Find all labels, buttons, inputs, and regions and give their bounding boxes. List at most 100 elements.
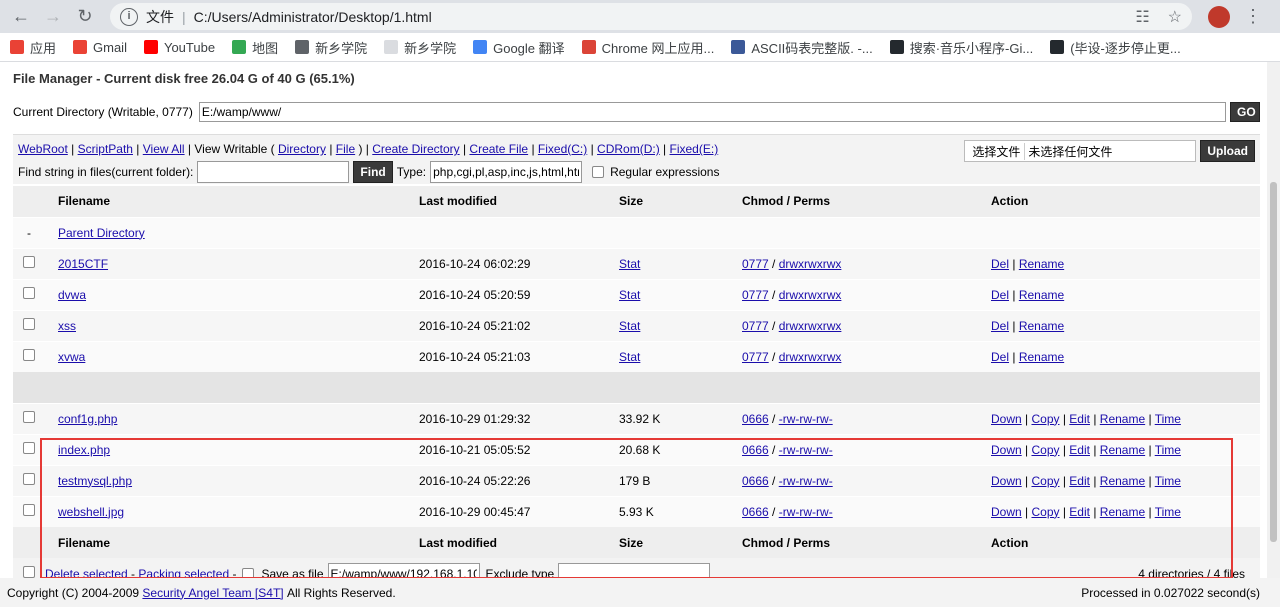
chmod-link[interactable]: 0777 bbox=[742, 288, 769, 302]
action-rename-link[interactable]: Rename bbox=[1100, 412, 1145, 426]
action-edit-link[interactable]: Edit bbox=[1069, 443, 1090, 457]
action-rename-link[interactable]: Rename bbox=[1019, 319, 1064, 333]
action-edit-link[interactable]: Edit bbox=[1069, 474, 1090, 488]
action-rename-link[interactable]: Rename bbox=[1019, 350, 1064, 364]
stat-link[interactable]: Stat bbox=[619, 319, 640, 333]
address-bar[interactable]: i 文件 | C:/Users/Administrator/Desktop/1.… bbox=[110, 3, 1192, 30]
row-checkbox[interactable] bbox=[23, 256, 35, 268]
perms-link[interactable]: drwxrwxrwx bbox=[779, 257, 842, 271]
action-del-link[interactable]: Del bbox=[991, 350, 1009, 364]
directory-name-link[interactable]: dvwa bbox=[58, 288, 86, 302]
scrollbar[interactable] bbox=[1267, 62, 1280, 607]
bookmark-item[interactable]: 新乡学院 bbox=[295, 38, 367, 57]
create-directory-link[interactable]: Create Directory bbox=[372, 142, 459, 156]
menu-icon[interactable]: ⋮ bbox=[1240, 4, 1266, 30]
reload-icon[interactable]: ↻ bbox=[72, 4, 98, 30]
action-time-link[interactable]: Time bbox=[1155, 505, 1181, 519]
drive-e-link[interactable]: Fixed(E:) bbox=[670, 142, 719, 156]
chmod-link[interactable]: 0777 bbox=[742, 257, 769, 271]
bookmark-item[interactable]: 地图 bbox=[232, 38, 278, 57]
upload-button[interactable]: Upload bbox=[1200, 140, 1255, 162]
row-checkbox[interactable] bbox=[23, 411, 35, 423]
bookmark-item[interactable]: Chrome 网上应用... bbox=[581, 38, 714, 57]
row-checkbox[interactable] bbox=[23, 442, 35, 454]
perms-link[interactable]: drwxrwxrwx bbox=[779, 350, 842, 364]
row-checkbox[interactable] bbox=[23, 473, 35, 485]
row-checkbox[interactable] bbox=[23, 349, 35, 362]
bookmark-item[interactable]: Gmail bbox=[73, 40, 127, 55]
team-link[interactable]: Security Angel Team [S4T] bbox=[142, 586, 283, 600]
forward-icon[interactable]: → bbox=[40, 4, 66, 30]
bookmark-item[interactable]: 搜索·音乐小程序-Gi... bbox=[889, 38, 1033, 57]
chmod-link[interactable]: 0777 bbox=[742, 350, 769, 364]
chmod-link[interactable]: 0777 bbox=[742, 319, 769, 333]
action-rename-link[interactable]: Rename bbox=[1100, 474, 1145, 488]
file-name-link[interactable]: webshell.jpg bbox=[58, 505, 124, 519]
choose-file-button[interactable]: 选择文件 bbox=[968, 142, 1026, 160]
stat-link[interactable]: Stat bbox=[619, 350, 640, 364]
action-rename-link[interactable]: Rename bbox=[1100, 443, 1145, 457]
type-input[interactable] bbox=[430, 161, 583, 183]
perms-link[interactable]: drwxrwxrwx bbox=[779, 319, 842, 333]
view-writable-file-link[interactable]: File bbox=[336, 142, 355, 156]
action-del-link[interactable]: Del bbox=[991, 288, 1009, 302]
action-rename-link[interactable]: Rename bbox=[1019, 257, 1064, 271]
perms-link[interactable]: -rw-rw-rw- bbox=[779, 505, 833, 519]
go-button[interactable]: GO bbox=[1230, 102, 1260, 122]
action-down-link[interactable]: Down bbox=[991, 412, 1022, 426]
directory-name-link[interactable]: xvwa bbox=[58, 350, 85, 364]
chmod-link[interactable]: 0666 bbox=[742, 443, 769, 457]
action-time-link[interactable]: Time bbox=[1155, 474, 1181, 488]
webroot-link[interactable]: WebRoot bbox=[18, 142, 68, 156]
create-file-link[interactable]: Create File bbox=[469, 142, 528, 156]
back-icon[interactable]: ← bbox=[8, 4, 34, 30]
row-checkbox[interactable] bbox=[23, 318, 35, 330]
file-name-link[interactable]: conf1g.php bbox=[58, 412, 117, 426]
find-input[interactable] bbox=[197, 161, 350, 183]
view-writable-directory-link[interactable]: Directory bbox=[278, 142, 326, 156]
action-down-link[interactable]: Down bbox=[991, 474, 1022, 488]
action-copy-link[interactable]: Copy bbox=[1031, 412, 1059, 426]
perms-link[interactable]: drwxrwxrwx bbox=[779, 288, 842, 302]
row-checkbox[interactable] bbox=[23, 287, 35, 299]
bookmark-item[interactable]: YouTube bbox=[143, 40, 215, 55]
regex-checkbox[interactable] bbox=[592, 166, 605, 178]
action-copy-link[interactable]: Copy bbox=[1031, 505, 1059, 519]
action-rename-link[interactable]: Rename bbox=[1100, 505, 1145, 519]
drive-d-link[interactable]: CDRom(D:) bbox=[597, 142, 660, 156]
current-directory-input[interactable] bbox=[198, 102, 1226, 122]
perms-link[interactable]: -rw-rw-rw- bbox=[779, 474, 833, 488]
stat-link[interactable]: Stat bbox=[619, 288, 640, 302]
bookmark-item[interactable]: (毕设-逐步停止更... bbox=[1050, 38, 1181, 57]
bookmark-item[interactable]: 新乡学院 bbox=[384, 38, 456, 57]
file-chooser[interactable]: 选择文件 未选择任何文件 bbox=[964, 140, 1197, 162]
file-name-link[interactable]: index.php bbox=[58, 443, 110, 457]
file-name-link[interactable]: testmysql.php bbox=[58, 474, 132, 488]
action-edit-link[interactable]: Edit bbox=[1069, 412, 1090, 426]
drive-c-link[interactable]: Fixed(C:) bbox=[538, 142, 587, 156]
action-time-link[interactable]: Time bbox=[1155, 443, 1181, 457]
row-checkbox[interactable] bbox=[23, 566, 35, 578]
chmod-link[interactable]: 0666 bbox=[742, 505, 769, 519]
action-time-link[interactable]: Time bbox=[1155, 412, 1181, 426]
scrollbar-thumb[interactable] bbox=[1270, 182, 1277, 542]
star-icon[interactable]: ☆ bbox=[1168, 7, 1182, 27]
action-del-link[interactable]: Del bbox=[991, 319, 1009, 333]
action-edit-link[interactable]: Edit bbox=[1069, 505, 1090, 519]
bookmark-item[interactable]: ASCII码表完整版. -... bbox=[731, 38, 873, 57]
action-down-link[interactable]: Down bbox=[991, 505, 1022, 519]
row-checkbox[interactable] bbox=[23, 504, 35, 517]
directory-name-link[interactable]: 2015CTF bbox=[58, 257, 108, 271]
stat-link[interactable]: Stat bbox=[619, 257, 640, 271]
directory-name-link[interactable]: xss bbox=[58, 319, 76, 333]
info-icon[interactable]: i bbox=[120, 7, 138, 26]
perms-link[interactable]: -rw-rw-rw- bbox=[779, 443, 833, 457]
action-down-link[interactable]: Down bbox=[991, 443, 1022, 457]
chmod-link[interactable]: 0666 bbox=[742, 412, 769, 426]
avatar[interactable] bbox=[1208, 5, 1230, 28]
bookmark-item[interactable]: 应用 bbox=[10, 38, 56, 57]
scriptpath-link[interactable]: ScriptPath bbox=[78, 142, 133, 156]
view-all-link[interactable]: View All bbox=[143, 142, 185, 156]
action-copy-link[interactable]: Copy bbox=[1031, 474, 1059, 488]
bookmark-item[interactable]: Google 翻译 bbox=[473, 38, 565, 57]
